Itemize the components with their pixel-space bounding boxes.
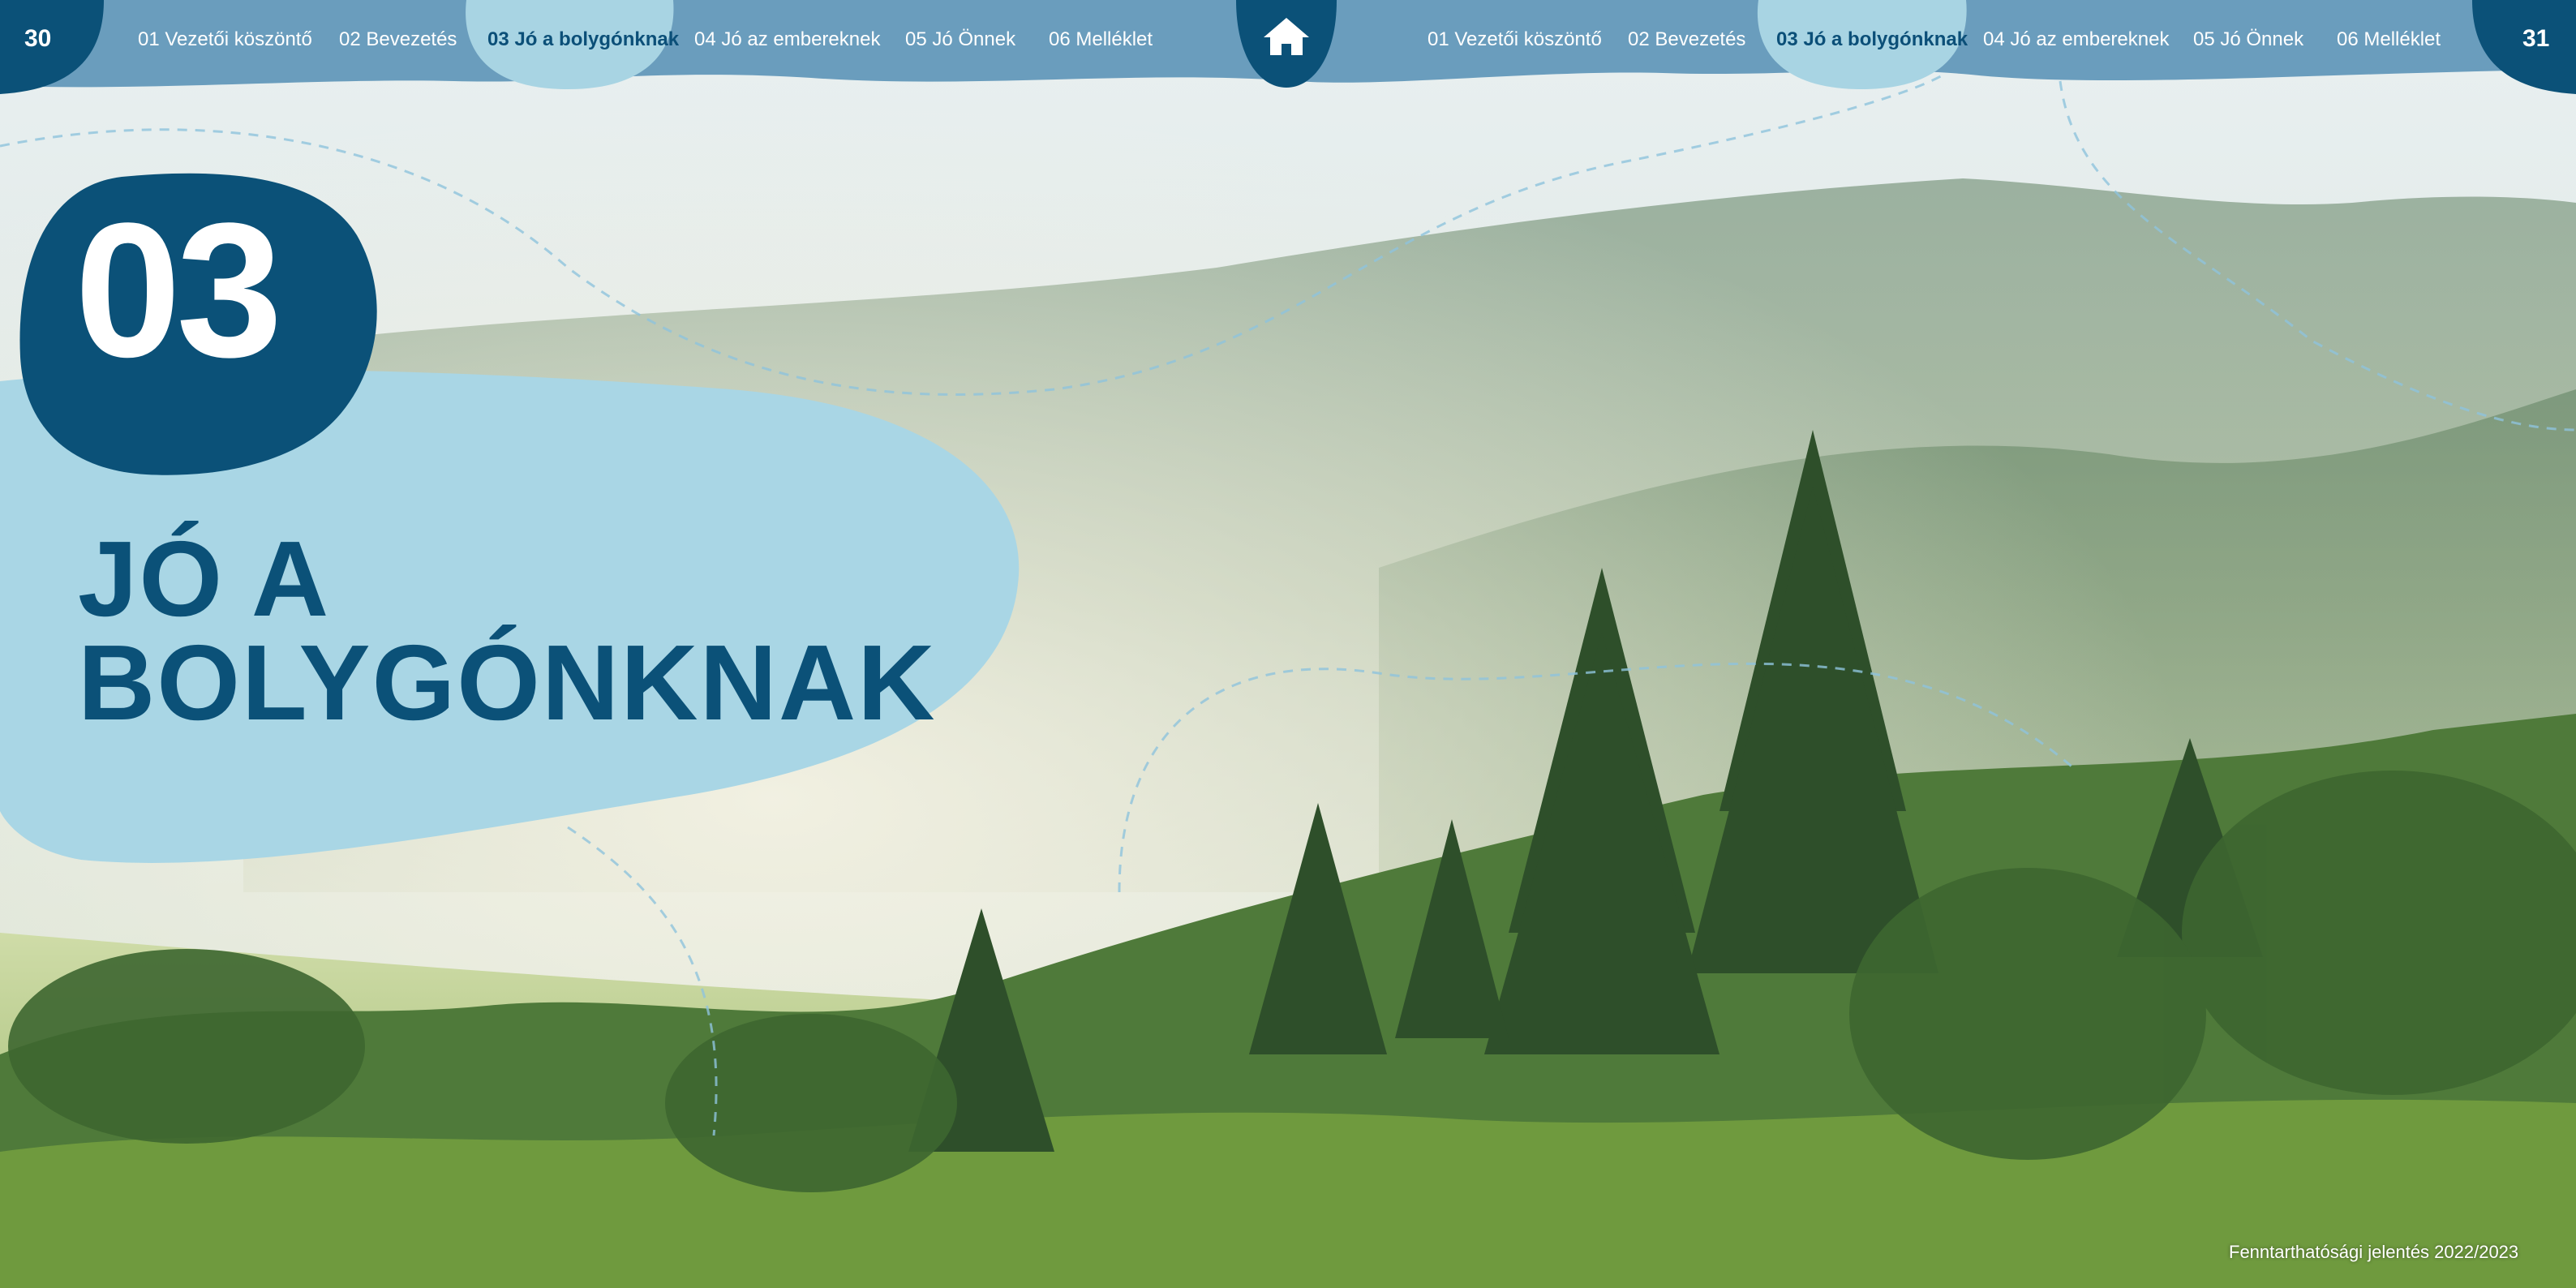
nav-left-bevezetes[interactable]: 02 Bevezetés xyxy=(339,28,457,52)
nav-right-jo-a-bolygonknak[interactable]: 03 Jó a bolygónknak xyxy=(1776,28,1968,52)
nav-right-bevezetes[interactable]: 02 Bevezetés xyxy=(1628,28,1745,52)
nav-left-jo-a-bolygonknak[interactable]: 03 Jó a bolygónknak xyxy=(487,28,679,52)
nav-left-jo-az-embereknek[interactable]: 04 Jó az embereknek xyxy=(694,28,880,52)
nav-left-vezetoi-koszonto[interactable]: 01 Vezetői köszöntő xyxy=(138,28,312,52)
page-number-right[interactable]: 31 xyxy=(2522,24,2549,54)
chapter-title-line2: BOLYGÓNKNAK xyxy=(78,623,937,742)
nav-right-jo-onnek[interactable]: 05 Jó Önnek xyxy=(2193,28,2303,52)
report-footer: Fenntarthatósági jelentés 2022/2023 xyxy=(2229,1242,2519,1262)
nav-right-vezetoi-koszonto[interactable]: 01 Vezetői köszöntő xyxy=(1428,28,1602,52)
page-number-left[interactable]: 30 xyxy=(24,24,51,54)
chapter-number: 03 xyxy=(75,183,283,397)
nav-right-melleklet[interactable]: 06 Melléklet xyxy=(2337,28,2441,52)
chapter-title-line1: JÓ A xyxy=(78,519,331,638)
home-button[interactable] xyxy=(1236,0,1337,88)
nav-left-jo-onnek[interactable]: 05 Jó Önnek xyxy=(905,28,1015,52)
nav-right-jo-az-embereknek[interactable]: 04 Jó az embereknek xyxy=(1983,28,2169,52)
chapter-title: JÓ A BOLYGÓNKNAK xyxy=(78,519,970,742)
nav-left-melleklet[interactable]: 06 Melléklet xyxy=(1049,28,1153,52)
